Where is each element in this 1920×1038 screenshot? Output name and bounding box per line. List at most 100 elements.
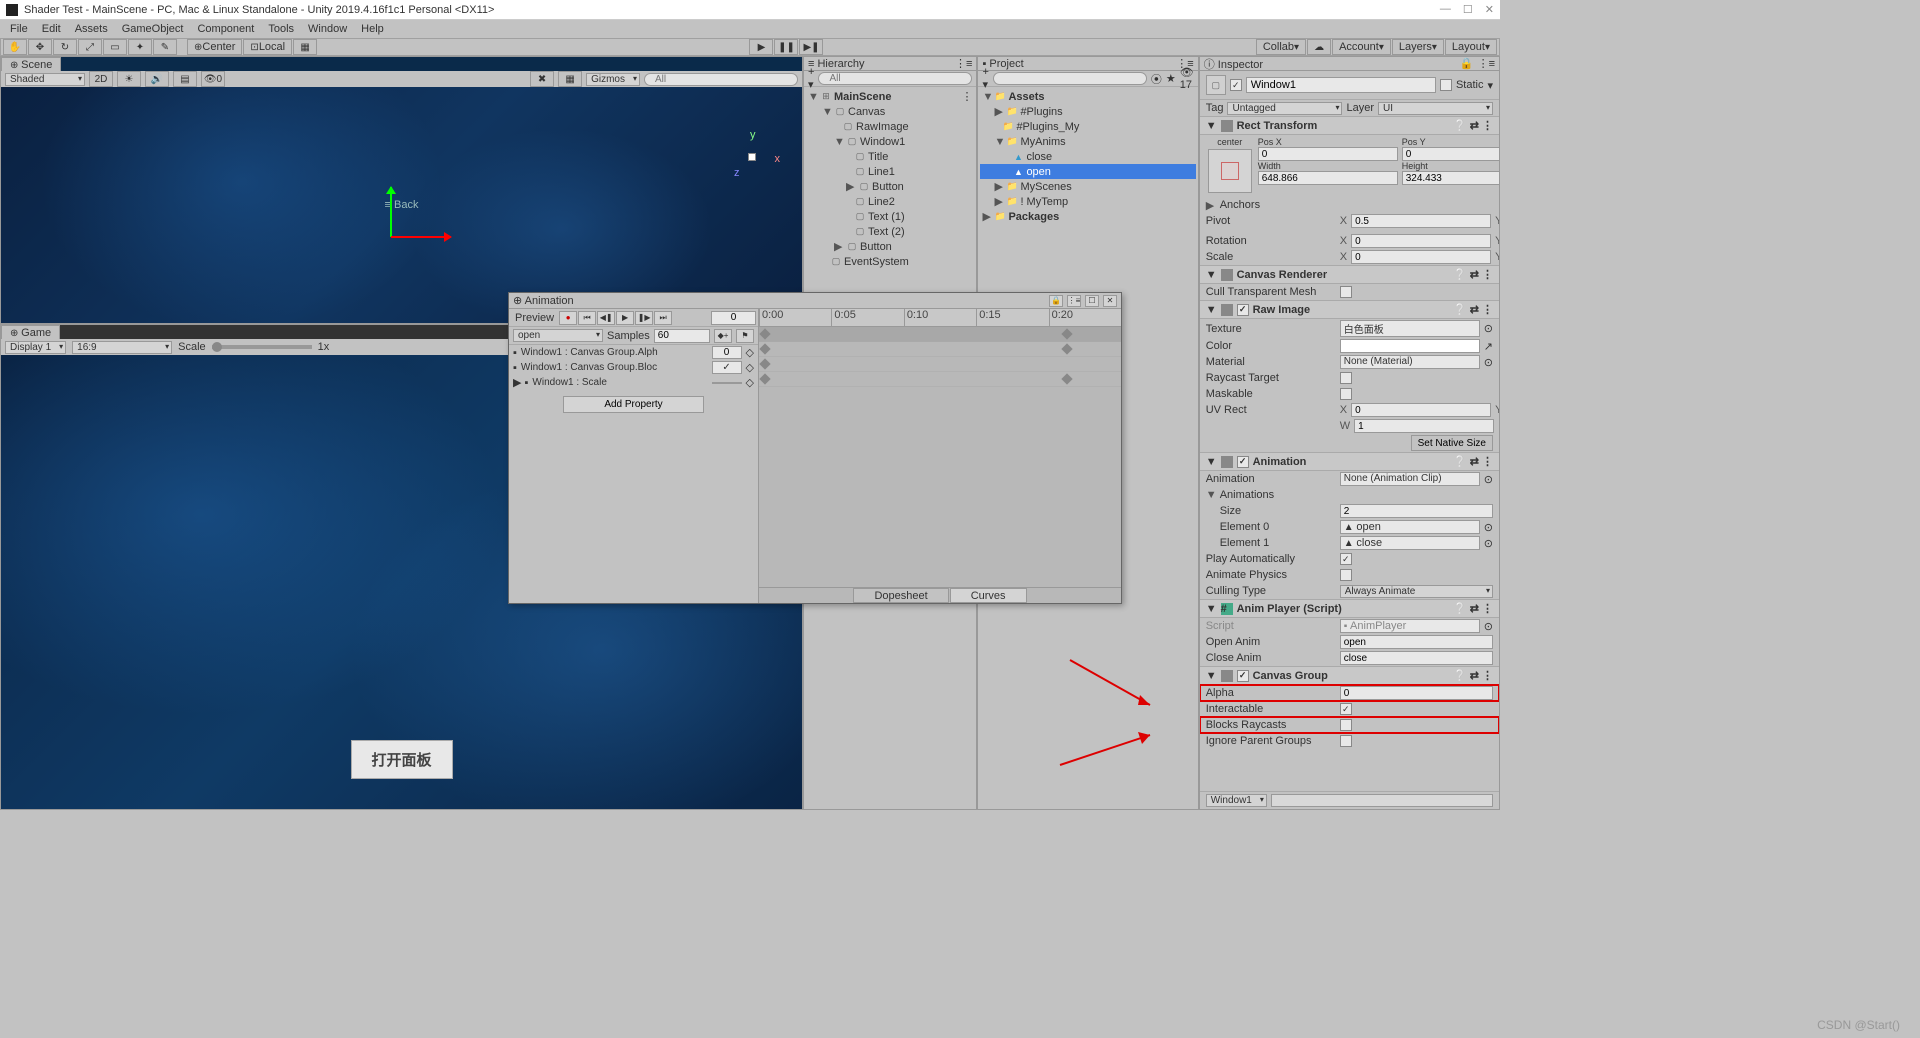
scene-grid-btn[interactable]: ▦ xyxy=(558,71,582,87)
tag-dropdown[interactable]: Untagged xyxy=(1227,102,1342,115)
layers-dropdown[interactable]: Layers ▾ xyxy=(1392,39,1444,55)
uvx-field[interactable] xyxy=(1351,403,1491,417)
tree-item[interactable]: ▢RawImage xyxy=(806,119,974,134)
favorites-icon[interactable]: ★ xyxy=(1166,72,1176,85)
color-field[interactable] xyxy=(1340,339,1480,353)
scene-light-toggle[interactable]: ☀ xyxy=(117,71,141,87)
last-frame-button[interactable]: ⏭ xyxy=(654,311,672,325)
scene-cam-btn[interactable]: ✖ xyxy=(530,71,554,87)
anim-property-row[interactable]: ▶ ▪Window1 : Scale◇ xyxy=(509,375,758,390)
tree-item[interactable]: ▢Text (2) xyxy=(806,224,974,239)
raw-image-enabled[interactable] xyxy=(1237,304,1249,316)
tree-item-selected[interactable]: ▲open xyxy=(980,164,1195,179)
posy-field[interactable] xyxy=(1402,147,1500,161)
snap-tool[interactable]: ▦ xyxy=(293,39,317,55)
culling-dropdown[interactable]: Always Animate xyxy=(1340,585,1493,598)
prev-key-button[interactable]: ◀❚ xyxy=(597,311,615,325)
menu-tools[interactable]: Tools xyxy=(262,23,300,35)
menu-assets[interactable]: Assets xyxy=(69,23,114,35)
pivot-center-btn[interactable]: ⊕ Center xyxy=(187,39,242,55)
x-axis-icon[interactable] xyxy=(391,236,451,238)
set-native-size-btn[interactable]: Set Native Size xyxy=(1411,435,1493,451)
canvas-group-header[interactable]: ▼Canvas Group❔ ⇄ ⋮ xyxy=(1200,666,1499,685)
menu-component[interactable]: Component xyxy=(191,23,260,35)
first-frame-button[interactable]: ⏮ xyxy=(578,311,596,325)
texture-field[interactable]: 白色面板 xyxy=(1340,320,1480,337)
posx-field[interactable] xyxy=(1258,147,1398,161)
tree-item[interactable]: ▼▢Window1 xyxy=(806,134,974,149)
step-button[interactable]: ▶❚ xyxy=(799,39,823,55)
tree-item[interactable]: ▶▢Button xyxy=(806,239,974,254)
collab-dropdown[interactable]: Collab ▾ xyxy=(1256,39,1306,55)
frame-field[interactable] xyxy=(711,311,756,325)
rect-transform-header[interactable]: ▼Rect Transform❔ ⇄ ⋮ xyxy=(1200,116,1499,135)
layer-dropdown[interactable]: UI xyxy=(1378,102,1493,115)
scene-hidden-toggle[interactable]: 👁0 xyxy=(201,71,225,87)
anim-e1-field[interactable]: ▲ close xyxy=(1340,536,1480,550)
raycast-checkbox[interactable] xyxy=(1340,372,1352,384)
width-field[interactable] xyxy=(1258,171,1398,185)
add-event-button[interactable]: ⚑ xyxy=(736,329,754,343)
animation-comp-header[interactable]: ▼Animation❔ ⇄ ⋮ xyxy=(1200,452,1499,471)
panel-menu-icon[interactable]: ⋮≡ xyxy=(1478,57,1495,70)
anim-property-row[interactable]: ▪Window1 : Canvas Group.Alph◇ xyxy=(509,345,758,360)
scene-row[interactable]: ▼⊞MainScene⋮ xyxy=(806,89,974,104)
close-anim-field[interactable] xyxy=(1340,651,1493,665)
samples-field[interactable] xyxy=(654,329,710,343)
scale-tool[interactable]: ⤢ xyxy=(78,39,102,55)
menu-gameobject[interactable]: GameObject xyxy=(116,23,190,35)
tree-item[interactable]: ▢EventSystem xyxy=(806,254,974,269)
tree-item[interactable]: ▼▢Canvas xyxy=(806,104,974,119)
scene-search[interactable] xyxy=(644,73,798,86)
play-auto-checkbox[interactable] xyxy=(1340,553,1352,565)
menu-help[interactable]: Help xyxy=(355,23,390,35)
transform-tool[interactable]: ✦ xyxy=(128,39,152,55)
scene-viewport[interactable]: ≡ Back yxz xyxy=(1,87,802,323)
account-dropdown[interactable]: Account ▾ xyxy=(1332,39,1391,55)
anim-max-btn[interactable]: ☐ xyxy=(1085,295,1099,307)
anim-property-row[interactable]: ▪Window1 : Canvas Group.Bloc✓◇ xyxy=(509,360,758,375)
panel-menu-icon[interactable]: ⋮≡ xyxy=(955,57,972,70)
tree-item[interactable]: ▢Line1 xyxy=(806,164,974,179)
gizmos-dropdown[interactable]: Gizmos xyxy=(586,73,640,86)
rect-tool[interactable]: ▭ xyxy=(103,39,127,55)
scene-2d-toggle[interactable]: 2D xyxy=(89,71,113,87)
add-property-button[interactable]: Add Property xyxy=(563,396,703,413)
material-field[interactable]: None (Material) xyxy=(1340,355,1480,369)
alpha-field[interactable] xyxy=(1340,686,1493,700)
tree-item[interactable]: ▶📁#Plugins xyxy=(980,104,1195,119)
next-key-button[interactable]: ❚▶ xyxy=(635,311,653,325)
add-key-button[interactable]: ◆+ xyxy=(714,329,732,343)
menu-edit[interactable]: Edit xyxy=(36,23,67,35)
anim-lock-btn[interactable]: 🔒 xyxy=(1049,295,1063,307)
tree-item[interactable]: ▼📁MyAnims xyxy=(980,134,1195,149)
project-search[interactable] xyxy=(993,72,1147,85)
custom-tool[interactable]: ✎ xyxy=(153,39,177,55)
ignore-parent-checkbox[interactable] xyxy=(1340,735,1352,747)
record-button[interactable]: ● xyxy=(559,311,577,325)
rotate-tool[interactable]: ↻ xyxy=(53,39,77,55)
animation-dopesheet[interactable] xyxy=(759,327,1121,587)
clip-dropdown[interactable]: open xyxy=(513,329,603,342)
canvas-renderer-header[interactable]: ▼Canvas Renderer❔ ⇄ ⋮ xyxy=(1200,265,1499,284)
hand-tool[interactable]: ✋ xyxy=(3,39,27,55)
inspector-tab[interactable]: ⓘ Inspector xyxy=(1204,56,1263,72)
scene-fx-toggle[interactable]: ▤ xyxy=(173,71,197,87)
move-tool[interactable]: ✥ xyxy=(28,39,52,55)
anim-clip-field[interactable]: None (Animation Clip) xyxy=(1340,472,1480,486)
anim-close-btn[interactable]: ✕ xyxy=(1103,295,1117,307)
animation-enabled[interactable] xyxy=(1237,456,1249,468)
scale-x-field[interactable] xyxy=(1351,250,1491,264)
anchor-preset-button[interactable] xyxy=(1208,149,1252,193)
aspect-dropdown[interactable]: 16:9 xyxy=(72,341,172,354)
lock-icon[interactable]: 🔒 xyxy=(1460,57,1474,70)
tree-item[interactable]: ▢Text (1) xyxy=(806,209,974,224)
anchors-label[interactable]: Anchors xyxy=(1220,199,1350,211)
anim-size-field[interactable] xyxy=(1340,504,1493,518)
tree-item[interactable]: 📁#Plugins_My xyxy=(980,119,1195,134)
orientation-gizmo[interactable]: yxz xyxy=(722,127,782,187)
anim-menu-btn[interactable]: ⋮≡ xyxy=(1067,295,1081,307)
static-checkbox[interactable] xyxy=(1440,79,1452,91)
cull-checkbox[interactable] xyxy=(1340,286,1352,298)
assets-root[interactable]: ▼📁Assets xyxy=(980,89,1195,104)
